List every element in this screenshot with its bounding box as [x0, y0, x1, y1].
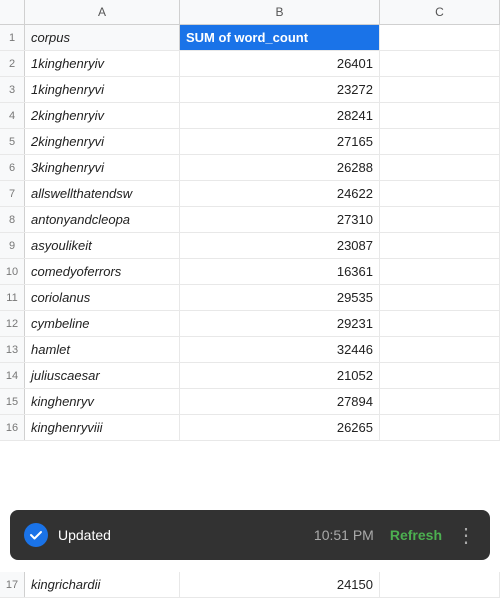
partial-last-row: 17 kingrichardii 24150	[0, 572, 500, 598]
row-number: 3	[0, 77, 25, 102]
snackbar: Updated 10:51 PM Refresh ⋮	[10, 510, 490, 560]
corpus-cell[interactable]: 3kinghenryvi	[25, 155, 180, 180]
col-header-a: A	[25, 0, 180, 24]
snackbar-status: Updated	[58, 527, 306, 543]
value-cell[interactable]: 23087	[180, 233, 380, 258]
empty-cell	[380, 181, 500, 206]
row-number: 5	[0, 129, 25, 154]
column-headers: A B C	[0, 0, 500, 25]
snackbar-time: 10:51 PM	[314, 527, 374, 543]
row-number: 7	[0, 181, 25, 206]
corpus-cell[interactable]: juliuscaesar	[25, 363, 180, 388]
table-row: 7allswellthatendsw24622	[0, 181, 500, 207]
empty-cell	[380, 363, 500, 388]
table-row: 15kinghenryv27894	[0, 389, 500, 415]
empty-cell	[380, 207, 500, 232]
empty-cell	[380, 259, 500, 284]
row-number: 13	[0, 337, 25, 362]
corpus-cell[interactable]: cymbeline	[25, 311, 180, 336]
row-number: 4	[0, 103, 25, 128]
row-number: 17	[0, 572, 25, 597]
partial-value-cell[interactable]: 24150	[180, 572, 380, 597]
value-cell[interactable]: 26265	[180, 415, 380, 440]
empty-cell	[380, 51, 500, 76]
value-cell[interactable]: 29231	[180, 311, 380, 336]
table-row: 10comedyoferrors16361	[0, 259, 500, 285]
corpus-cell[interactable]: comedyoferrors	[25, 259, 180, 284]
row-number: 14	[0, 363, 25, 388]
value-cell[interactable]: 27310	[180, 207, 380, 232]
corpus-cell[interactable]: kinghenryviii	[25, 415, 180, 440]
header-cell-sum[interactable]: SUM of word_count	[180, 25, 380, 50]
row-number: 10	[0, 259, 25, 284]
table-row: 8antonyandcleopa27310	[0, 207, 500, 233]
col-header-b: B	[180, 0, 380, 24]
corpus-cell[interactable]: 2kinghenryvi	[25, 129, 180, 154]
corpus-cell[interactable]: asyoulikeit	[25, 233, 180, 258]
table-row: 52kinghenryvi27165	[0, 129, 500, 155]
data-rows: 21kinghenryiv2640131kinghenryvi2327242ki…	[0, 51, 500, 441]
refresh-button[interactable]: Refresh	[390, 527, 442, 543]
empty-cell	[380, 233, 500, 258]
empty-cell	[380, 77, 500, 102]
row-number: 1	[0, 25, 25, 50]
value-cell[interactable]: 21052	[180, 363, 380, 388]
table-row: 14juliuscaesar21052	[0, 363, 500, 389]
spreadsheet: A B C 1 corpus SUM of word_count 21kingh…	[0, 0, 500, 598]
table-row: 9asyoulikeit23087	[0, 233, 500, 259]
row-number: 9	[0, 233, 25, 258]
value-cell[interactable]: 16361	[180, 259, 380, 284]
value-cell[interactable]: 28241	[180, 103, 380, 128]
row-number: 12	[0, 311, 25, 336]
col-header-c: C	[380, 0, 500, 24]
value-cell[interactable]: 32446	[180, 337, 380, 362]
snackbar-check-icon	[24, 523, 48, 547]
table-row: 42kinghenryiv28241	[0, 103, 500, 129]
value-cell[interactable]: 23272	[180, 77, 380, 102]
table-row: 21kinghenryiv26401	[0, 51, 500, 77]
value-cell[interactable]: 27165	[180, 129, 380, 154]
empty-cell	[380, 155, 500, 180]
corpus-cell[interactable]: kinghenryv	[25, 389, 180, 414]
table-row: 13hamlet32446	[0, 337, 500, 363]
empty-cell	[380, 389, 500, 414]
row-number: 6	[0, 155, 25, 180]
row-number: 16	[0, 415, 25, 440]
table-row: 63kinghenryvi26288	[0, 155, 500, 181]
corpus-cell[interactable]: allswellthatendsw	[25, 181, 180, 206]
row-number: 2	[0, 51, 25, 76]
partial-c-cell	[380, 572, 500, 597]
value-cell[interactable]: 26288	[180, 155, 380, 180]
table-row: 12cymbeline29231	[0, 311, 500, 337]
row-number: 11	[0, 285, 25, 310]
value-cell[interactable]: 29535	[180, 285, 380, 310]
header-cell-c	[380, 25, 500, 50]
empty-cell	[380, 285, 500, 310]
header-cell-corpus[interactable]: corpus	[25, 25, 180, 50]
table-row: 16kinghenryviii26265	[0, 415, 500, 441]
table-row: 11coriolanus29535	[0, 285, 500, 311]
empty-cell	[380, 337, 500, 362]
more-options-icon[interactable]: ⋮	[456, 523, 476, 548]
value-cell[interactable]: 26401	[180, 51, 380, 76]
corpus-cell[interactable]: 1kinghenryvi	[25, 77, 180, 102]
corpus-cell[interactable]: coriolanus	[25, 285, 180, 310]
empty-cell	[380, 415, 500, 440]
partial-corpus-cell[interactable]: kingrichardii	[25, 572, 180, 597]
value-cell[interactable]: 27894	[180, 389, 380, 414]
corpus-cell[interactable]: 2kinghenryiv	[25, 103, 180, 128]
corpus-cell[interactable]: 1kinghenryiv	[25, 51, 180, 76]
empty-cell	[380, 129, 500, 154]
value-cell[interactable]: 24622	[180, 181, 380, 206]
pivot-header-row: 1 corpus SUM of word_count	[0, 25, 500, 51]
corpus-cell[interactable]: hamlet	[25, 337, 180, 362]
row-number: 8	[0, 207, 25, 232]
empty-cell	[380, 103, 500, 128]
row-number-header	[0, 0, 25, 24]
empty-cell	[380, 311, 500, 336]
table-row: 31kinghenryvi23272	[0, 77, 500, 103]
row-number: 15	[0, 389, 25, 414]
corpus-cell[interactable]: antonyandcleopa	[25, 207, 180, 232]
